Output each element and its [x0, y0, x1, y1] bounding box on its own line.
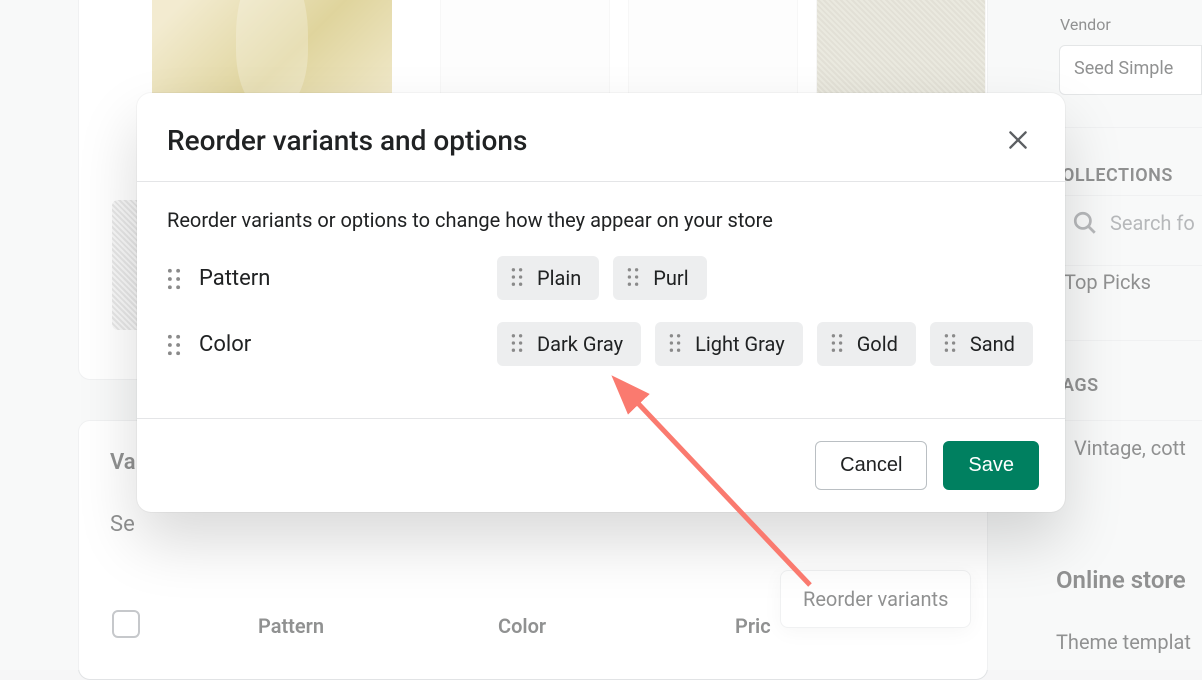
drag-handle-icon[interactable] [627, 267, 641, 289]
option-name: Color [199, 332, 251, 357]
chip-label: Plain [537, 266, 581, 290]
option-label[interactable]: Pattern [167, 256, 497, 291]
value-chip[interactable]: Sand [930, 322, 1033, 366]
value-chip[interactable]: Light Gray [655, 322, 803, 366]
option-row-pattern: Pattern Plain Purl [167, 256, 1035, 300]
option-name: Pattern [199, 266, 270, 291]
drag-handle-icon[interactable] [944, 333, 958, 355]
drag-handle-icon[interactable] [511, 333, 525, 355]
value-chip[interactable]: Dark Gray [497, 322, 641, 366]
save-button[interactable]: Save [943, 441, 1039, 490]
modal-title: Reorder variants and options [167, 124, 527, 157]
option-label[interactable]: Color [167, 322, 497, 357]
cancel-button[interactable]: Cancel [815, 441, 927, 490]
chip-label: Purl [653, 266, 688, 290]
value-chip[interactable]: Plain [497, 256, 599, 300]
close-icon [1005, 127, 1031, 153]
chip-label: Gold [857, 332, 898, 356]
drag-handle-icon[interactable] [831, 333, 845, 355]
drag-handle-icon[interactable] [669, 333, 683, 355]
close-button[interactable] [1001, 123, 1035, 157]
drag-handle-icon[interactable] [167, 334, 181, 356]
option-row-color: Color Dark Gray Light Gray Gold Sand [167, 322, 1035, 366]
drag-handle-icon[interactable] [511, 267, 525, 289]
value-chip[interactable]: Gold [817, 322, 916, 366]
modal-description: Reorder variants or options to change ho… [167, 208, 1035, 232]
chip-label: Dark Gray [537, 332, 623, 356]
reorder-variants-modal: Reorder variants and options Reorder var… [137, 93, 1065, 512]
drag-handle-icon[interactable] [167, 268, 181, 290]
chip-label: Light Gray [695, 332, 785, 356]
value-chip[interactable]: Purl [613, 256, 706, 300]
chip-label: Sand [970, 332, 1015, 356]
